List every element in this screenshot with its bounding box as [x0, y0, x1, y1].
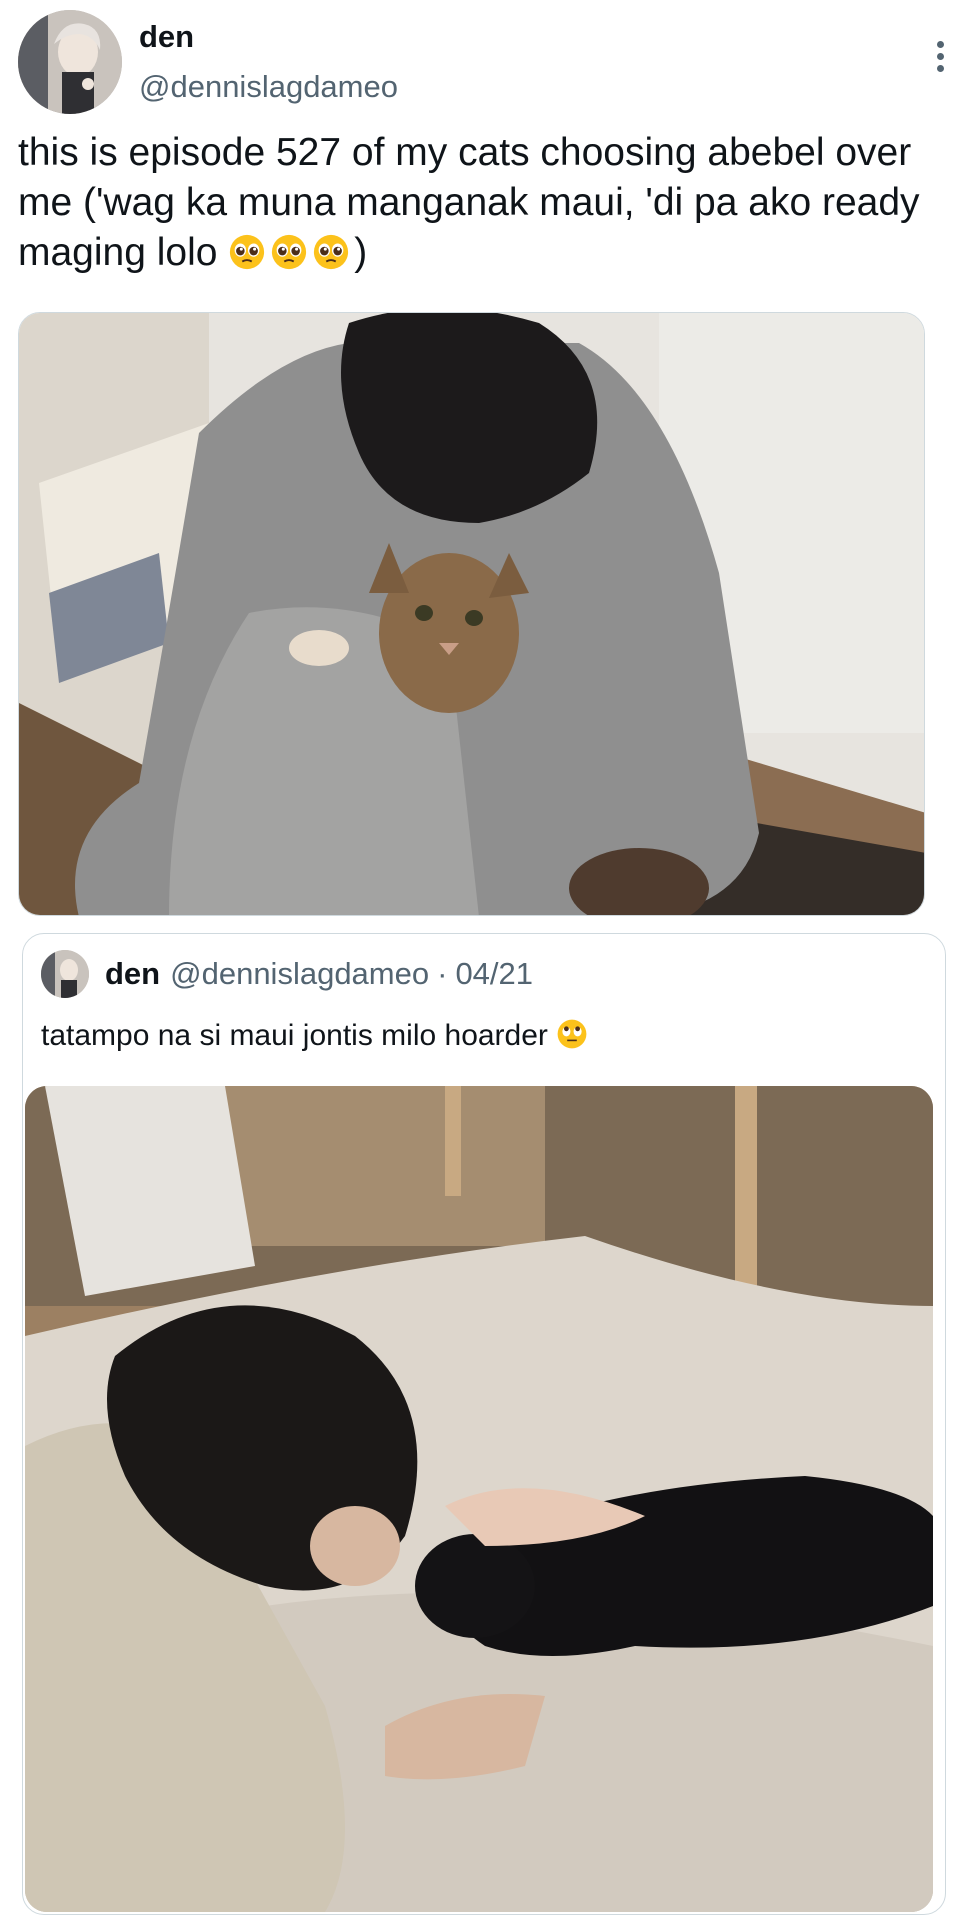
tweet-photo[interactable] [18, 312, 925, 916]
quoted-tweet-header: den @dennislagdameo · 04/21 [41, 948, 533, 1000]
quoted-tweet-text: tatampo na si maui jontis milo hoarder [41, 1016, 592, 1056]
quoted-tweet-text-body: tatampo na si maui jontis milo hoarder [41, 1019, 557, 1052]
eye-roll-face-emoji [557, 1019, 587, 1049]
quoted-tweet[interactable]: den @dennislagdameo · 04/21 tatampo na s… [22, 933, 946, 1915]
quoted-author-avatar [41, 950, 89, 998]
tweet-header: den @dennislagdameo [18, 10, 958, 116]
quoted-tweet-photo[interactable] [25, 1086, 933, 1912]
tweet-text-body: this is episode 527 of my cats choosing … [18, 131, 931, 274]
tweet-text-end: ) [354, 231, 368, 274]
quoted-author-display-name: den [105, 956, 161, 991]
pleading-face-emoji [272, 234, 307, 270]
author-names: den @dennislagdameo [139, 18, 398, 106]
author-display-name[interactable]: den [139, 18, 398, 56]
tweet-text: this is episode 527 of my cats choosing … [18, 128, 958, 278]
quoted-author-handle: @dennislagdameo [170, 956, 430, 991]
pleading-face-emoji [230, 234, 265, 270]
author-avatar[interactable] [18, 10, 122, 114]
pleading-face-emoji [314, 234, 349, 270]
quoted-date: 04/21 [455, 956, 534, 991]
more-vertical-icon[interactable] [922, 28, 958, 84]
quoted-separator: · [437, 956, 448, 991]
author-handle[interactable]: @dennislagdameo [139, 68, 398, 106]
